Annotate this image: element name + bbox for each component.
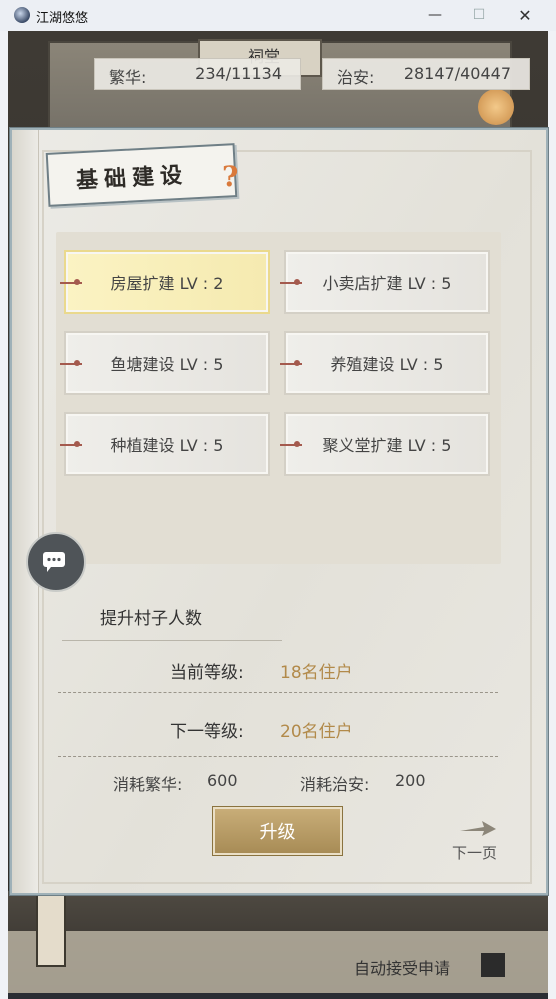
row-divider (58, 756, 498, 757)
auto-accept-checkbox[interactable] (481, 953, 505, 977)
minimize-button[interactable]: — (412, 0, 458, 31)
chat-icon (43, 552, 65, 572)
prosperity-stat: 繁华: 234/11134 (94, 58, 301, 90)
book-spine (12, 130, 39, 893)
close-button[interactable]: ✕ (502, 0, 548, 31)
pin-icon (280, 360, 302, 366)
building-item-label: 小卖店扩建 LV : 5 (322, 274, 452, 293)
arrow-right-icon[interactable] (458, 819, 498, 839)
next-level-label: 下一等级: (170, 722, 244, 742)
prosperity-value: 234/11134 (195, 64, 282, 83)
panel-title: 基础建设 (75, 162, 189, 194)
building-item-hall[interactable]: 聚义堂扩建 LV : 5 (280, 412, 490, 476)
window-title: 江湖悠悠 (36, 11, 89, 26)
building-item-livestock[interactable]: 养殖建设 LV : 5 (280, 331, 490, 395)
building-item-farming[interactable]: 种植建设 LV : 5 (60, 412, 270, 476)
window-titlebar: 江湖悠悠 — ☐ ✕ (0, 0, 556, 32)
pin-icon (60, 360, 82, 366)
security-label: 治安: (337, 68, 375, 87)
security-stat: 治安: 28147/40447 (322, 58, 530, 90)
next-level-value: 20名住户 (280, 722, 353, 742)
auto-accept-label: 自动接受申请 (354, 959, 451, 978)
cost-prosperity-label: 消耗繁华: (113, 775, 183, 794)
upgrade-description: 提升村子人数 (100, 609, 202, 629)
pin-icon (60, 441, 82, 447)
building-item-fishpond[interactable]: 鱼塘建设 LV : 5 (60, 331, 270, 395)
maximize-button[interactable]: ☐ (456, 0, 502, 31)
window-edge-left (0, 31, 8, 999)
next-page-link[interactable]: 下一页 (452, 842, 497, 863)
building-item-label: 房屋扩建 LV : 2 (110, 274, 224, 293)
building-item-label: 养殖建设 LV : 5 (330, 355, 444, 374)
cost-security-label: 消耗治安: (300, 775, 370, 794)
pin-icon (280, 441, 302, 447)
background-lantern-glow (478, 89, 514, 125)
question-icon[interactable]: ? (222, 160, 238, 193)
chat-button[interactable] (26, 532, 86, 592)
pin-icon (60, 279, 82, 285)
current-level-value: 18名住户 (280, 663, 353, 683)
background-floor-light (8, 931, 548, 993)
building-item-label: 聚义堂扩建 LV : 5 (322, 436, 452, 455)
pin-icon (280, 279, 302, 285)
row-divider (58, 692, 498, 693)
prosperity-label: 繁华: (109, 68, 147, 87)
upgrade-button[interactable]: 升级 (213, 807, 342, 855)
building-item-label: 鱼塘建设 LV : 5 (110, 355, 224, 374)
cost-prosperity-value: 600 (207, 771, 238, 790)
app-icon (14, 7, 30, 23)
current-level-label: 当前等级: (170, 663, 244, 683)
security-value: 28147/40447 (403, 64, 511, 83)
building-item-house[interactable]: 房屋扩建 LV : 2 (60, 250, 270, 314)
building-item-shop[interactable]: 小卖店扩建 LV : 5 (280, 250, 490, 314)
cost-security-value: 200 (395, 771, 426, 790)
building-item-label: 种植建设 LV : 5 (110, 436, 224, 455)
window-edge-right (548, 31, 556, 999)
background-lantern (36, 893, 66, 967)
description-divider (62, 640, 282, 641)
